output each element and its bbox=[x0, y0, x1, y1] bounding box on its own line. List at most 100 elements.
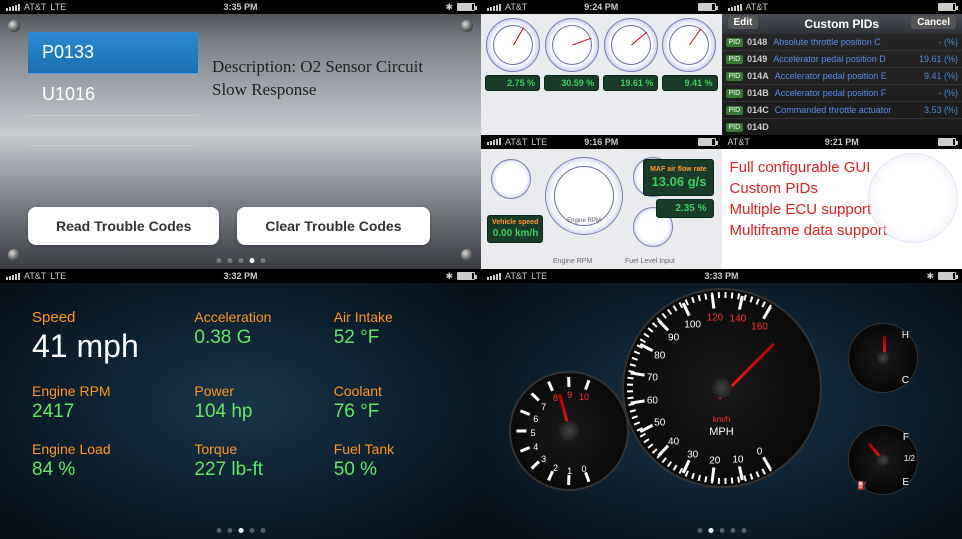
pid-name: Accelerator pedal position D bbox=[773, 54, 919, 64]
pid-badge: PID bbox=[726, 89, 744, 98]
speedo-tick-label: 20 bbox=[709, 456, 720, 467]
metric-value: 84 % bbox=[32, 459, 170, 481]
speed-value-box: Vehicle speed0.00 km/h bbox=[487, 215, 543, 244]
pid-code: 014A bbox=[747, 71, 769, 81]
fuel-gauge: F 1/2 E ⛽ bbox=[848, 425, 918, 495]
gauge-value: 30.59 % bbox=[544, 75, 599, 91]
pid-code: 014B bbox=[747, 88, 769, 98]
metric-speed: Speed 41 mph bbox=[32, 309, 170, 365]
clear-codes-button[interactable]: Clear Trouble Codes bbox=[237, 207, 429, 245]
rpm-label: Engine RPM bbox=[553, 258, 592, 265]
status-bar: AT&T LTE 3:35 PM ✱ bbox=[0, 0, 481, 14]
bluetooth-icon: ✱ bbox=[445, 271, 453, 282]
digital-dashboard-panel: AT&TLTE3:32 PM✱ Speed41 mphAcceleration0… bbox=[0, 269, 481, 539]
pids-list[interactable]: PID0148Absolute throttle position C- (%)… bbox=[722, 34, 962, 135]
pids-title: Custom PIDs bbox=[804, 17, 879, 31]
rivet-decoration bbox=[461, 249, 473, 261]
metric-power: Power104 hp bbox=[194, 383, 309, 423]
pid-value: 19.61 (%) bbox=[919, 54, 958, 64]
mph-label: MPH bbox=[709, 426, 733, 438]
throttle-gauge bbox=[486, 18, 540, 72]
fuel-label: Fuel Level Input bbox=[625, 258, 675, 265]
tach-tick-label: 4 bbox=[533, 442, 538, 452]
pid-name: Accelerator pedal position F bbox=[775, 88, 939, 98]
tach-tick-label: 8 bbox=[553, 393, 558, 403]
pid-row[interactable]: PID014AAccelerator pedal position E9.41 … bbox=[722, 68, 962, 85]
trouble-code-item[interactable]: U1016 bbox=[28, 74, 198, 116]
metric-engine-load: Engine Load 84 % bbox=[32, 441, 170, 481]
metric-label: Engine Load bbox=[32, 441, 170, 457]
maf-value-box: MAF air flow rate13.06 g/s bbox=[643, 159, 713, 197]
small-gauge bbox=[491, 159, 531, 199]
tachometer-gauge: 012345678910 bbox=[509, 371, 629, 491]
gauge-value: 19.61 % bbox=[603, 75, 658, 91]
background-gauge bbox=[868, 153, 958, 243]
pid-code: 014D bbox=[747, 122, 769, 132]
metric-torque: Torque227 lb-ft bbox=[194, 441, 309, 481]
metric-value: 0.38 G bbox=[194, 327, 309, 349]
metric-label: Acceleration bbox=[194, 309, 309, 325]
pid-row[interactable]: PID014B Accelerator pedal position F- (%) bbox=[722, 85, 962, 102]
tach-tick-label: 1 bbox=[567, 466, 572, 476]
metric-acceleration: Acceleration 0.38 G bbox=[194, 309, 309, 365]
pid-name: Absolute throttle position C bbox=[773, 37, 938, 47]
custom-pids-panel: AT&T Edit Custom PIDs Cancel PID0148Abso… bbox=[722, 0, 962, 135]
metric-value: 227 lb-ft bbox=[194, 459, 309, 481]
metric-value: 41 mph bbox=[32, 328, 170, 365]
clock: 3:35 PM bbox=[162, 2, 318, 12]
speedo-tick-label: 70 bbox=[647, 373, 658, 384]
tach-tick-label: 5 bbox=[530, 428, 535, 438]
speedo-tick-label: 50 bbox=[654, 418, 665, 429]
metric-value: 2417 bbox=[32, 401, 170, 423]
page-indicator[interactable] bbox=[216, 528, 265, 533]
speedo-tick-label: 90 bbox=[668, 332, 679, 343]
signal-icon bbox=[6, 4, 20, 11]
pid-row[interactable]: PID0148Absolute throttle position C- (%) bbox=[722, 34, 962, 51]
bluetooth-icon: ✱ bbox=[926, 271, 934, 282]
pid-badge: PID bbox=[726, 55, 744, 64]
rivet-decoration bbox=[461, 20, 473, 32]
pid-name: Commanded throttle actuator bbox=[775, 105, 924, 115]
metric-label: Fuel Tank bbox=[334, 441, 449, 457]
throttle-gauge bbox=[662, 18, 716, 72]
cancel-button[interactable]: Cancel bbox=[911, 16, 956, 29]
trouble-code-item[interactable]: P0133 bbox=[28, 32, 198, 74]
rpm-gauge: Engine RPM bbox=[545, 157, 623, 235]
bluetooth-icon: ✱ bbox=[445, 2, 453, 13]
pid-badge: PID bbox=[726, 106, 744, 115]
speedo-tick-label: 140 bbox=[730, 314, 747, 325]
gauge-value: 2.75 % bbox=[485, 75, 540, 91]
gauges-four-panel: AT&T9:24 PM 2.75 % 30.59 % 19.61 % 9.41 … bbox=[481, 0, 722, 135]
code-description: Description: O2 Sensor Circuit Slow Resp… bbox=[212, 56, 452, 102]
page-indicator[interactable] bbox=[216, 258, 265, 263]
tach-tick-label: 6 bbox=[533, 414, 538, 424]
gauge-value: 9.41 % bbox=[662, 75, 717, 91]
pid-row[interactable]: PID014C Commanded throttle actuator3.53 (… bbox=[722, 102, 962, 119]
pid-code: 0148 bbox=[747, 37, 767, 47]
tach-tick-label: 3 bbox=[541, 454, 546, 464]
metric-label: Speed bbox=[32, 309, 170, 326]
speedometer-gauge: km/h MPH 0102030405060708090100120140160 bbox=[622, 288, 822, 488]
metric-label: Engine RPM bbox=[32, 383, 170, 399]
pid-row[interactable]: PID0149Accelerator pedal position D19.61… bbox=[722, 51, 962, 68]
pid-value: 3.53 (%) bbox=[924, 105, 958, 115]
secondary-value-box: 2.35 % bbox=[656, 199, 714, 218]
read-codes-button[interactable]: Read Trouble Codes bbox=[28, 207, 219, 245]
pid-value: - (%) bbox=[939, 88, 959, 98]
kmh-label: km/h bbox=[713, 415, 730, 424]
rivet-decoration bbox=[8, 249, 20, 261]
fuel-icon: ⛽ bbox=[857, 481, 867, 490]
carrier-label: AT&T bbox=[24, 2, 46, 12]
pid-code: 014C bbox=[747, 105, 769, 115]
metric-value: 104 hp bbox=[194, 401, 309, 423]
tach-tick-label: 0 bbox=[581, 464, 586, 474]
trouble-code-item-empty bbox=[28, 116, 198, 146]
speedo-tick-label: 40 bbox=[668, 436, 679, 447]
pid-row[interactable]: PID014D bbox=[722, 119, 962, 135]
page-indicator[interactable] bbox=[697, 528, 746, 533]
network-label: LTE bbox=[50, 2, 66, 12]
metric-value: 52 °F bbox=[334, 327, 449, 349]
pid-badge: PID bbox=[726, 72, 744, 81]
throttle-gauge bbox=[604, 18, 658, 72]
edit-button[interactable]: Edit bbox=[728, 16, 759, 29]
